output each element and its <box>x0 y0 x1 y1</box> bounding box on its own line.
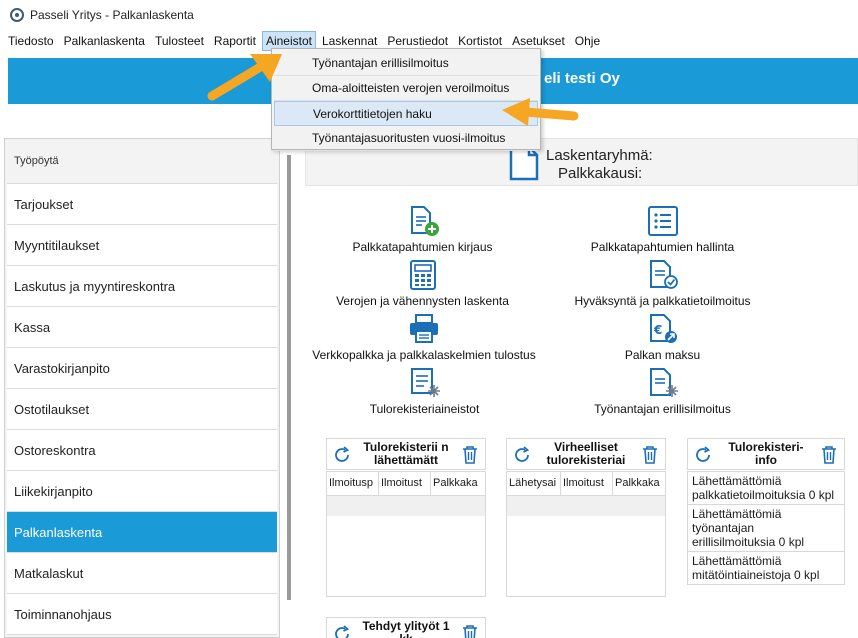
action-hyvaksynta[interactable]: Hyväksyntä ja palkkatietoilmoitus <box>565 259 760 308</box>
pane-splitter[interactable] <box>287 155 291 600</box>
menu-palkanlaskenta[interactable]: Palkanlaskenta <box>60 31 149 51</box>
sidebar-item-palkanlaskenta[interactable]: Palkanlaskenta <box>7 512 277 553</box>
action-palkan-maksu[interactable]: € Palkan maksu <box>605 313 720 362</box>
sidebar: Työpöytä Tarjoukset Myyntitilaukset Lask… <box>4 138 280 638</box>
list-item: Lähettämättömiä työnantajan erillisilmoi… <box>688 505 844 552</box>
menu-ohje[interactable]: Ohje <box>571 31 604 51</box>
trash-icon[interactable] <box>641 445 659 465</box>
table-empty-row <box>507 496 665 516</box>
action-tyonantajan-erillisilmoitus[interactable]: Työnantajan erillisilmoitus <box>580 367 745 416</box>
column-header[interactable]: Ilmoitust <box>379 472 431 495</box>
sidebar-item-tarjoukset[interactable]: Tarjoukset <box>7 184 277 225</box>
action-label: Tulorekisteriaineistot <box>369 402 480 416</box>
palkkakausi-label: Palkkakausi: <box>558 165 643 182</box>
data-table: Ilmoitusp Ilmoitust Palkkaka <box>326 471 486 597</box>
calculator-icon <box>409 260 436 290</box>
table-header: Ilmoitusp Ilmoitust Palkkaka <box>327 472 485 496</box>
list-item: Lähettämättömiä palkkatietoilmoituksia 0… <box>688 472 844 505</box>
table-body <box>327 516 485 596</box>
trash-icon[interactable] <box>461 445 479 465</box>
action-label: Verojen ja vähennysten laskenta <box>336 294 509 308</box>
menu-tiedosto[interactable]: Tiedosto <box>4 31 58 51</box>
refresh-icon[interactable] <box>512 445 532 465</box>
action-label: Palkkatapahtumien hallinta <box>590 240 735 254</box>
app-logo-icon <box>10 8 24 22</box>
printer-icon <box>410 314 438 343</box>
svg-text:€: € <box>653 323 662 337</box>
panel-tulorekisteri-lahettamattomat: Tulorekisterii n lähettämätt Ilmoitusp I… <box>326 438 486 598</box>
column-header[interactable]: Ilmoitusp <box>327 472 379 495</box>
refresh-icon[interactable] <box>332 624 352 638</box>
trash-icon[interactable] <box>820 445 838 465</box>
sidebar-item-tyopoyta[interactable]: Työpöytä <box>7 139 277 184</box>
sidebar-item-ostoreskontra[interactable]: Ostoreskontra <box>7 430 277 471</box>
trash-icon[interactable] <box>461 624 479 638</box>
action-label: Verkkopalkka ja palkkalaskelmien tulostu… <box>312 348 536 362</box>
panel-title: Tulorekisterii n lähettämätt <box>363 440 449 467</box>
panel-virheelliset-tulorekisteriaineistot: Virheelliset tulorekisteriai Lähetysai I… <box>506 438 666 598</box>
list-item: Lähettämättömiä mitätöintiaineistoja 0 k… <box>692 554 820 582</box>
action-palkkatapahtumien-hallinta[interactable]: Palkkatapahtumien hallinta <box>585 205 740 254</box>
data-table: Lähetysai Ilmoitust Palkkaka <box>506 471 666 597</box>
document-add-icon <box>410 206 439 236</box>
panel-header: Tulorekisteri-info <box>687 438 845 470</box>
list-icon <box>647 206 678 236</box>
refresh-icon[interactable] <box>693 445 713 465</box>
column-header[interactable]: Palkkaka <box>613 472 665 495</box>
panel-tulorekisteri-info: Tulorekisteri-info Lähettämättömiä palkk… <box>687 438 845 590</box>
euro-payment-icon: € <box>649 314 677 343</box>
list-star-icon <box>410 368 440 397</box>
panel-title: Tulorekisteri-info <box>728 440 804 467</box>
document-check-icon <box>649 260 678 289</box>
sidebar-item-kassa[interactable]: Kassa <box>7 307 277 348</box>
panel-title: Virheelliset tulorekisteriai <box>546 440 626 467</box>
action-verojen-laskenta[interactable]: Verojen ja vähennysten laskenta <box>330 259 515 308</box>
panel-header: Tehdyt ylityöt 1 kk <box>326 617 486 638</box>
info-list: Lähettämättömiä palkkatietoilmoituksia 0… <box>687 471 845 585</box>
action-label: Palkan maksu <box>624 348 701 362</box>
window-title: Passeli Yritys - Palkanlaskenta <box>30 8 194 22</box>
panel-title: Tehdyt ylityöt 1 kk <box>362 619 450 638</box>
laskentaryhma-label: Laskentaryhmä: <box>546 147 653 164</box>
document-star-icon <box>649 368 678 397</box>
sidebar-item-toiminnanohjaus[interactable]: Toiminnanohjaus <box>7 594 277 635</box>
panel-header: Tulorekisterii n lähettämätt <box>326 438 486 470</box>
sidebar-item-matkalaskut[interactable]: Matkalaskut <box>7 553 277 594</box>
title-bar: Passeli Yritys - Palkanlaskenta <box>0 0 858 30</box>
action-label: Hyväksyntä ja palkkatietoilmoitus <box>574 294 751 308</box>
panel-tehdyt-ylityot: Tehdyt ylityöt 1 kk <box>326 617 486 638</box>
annotation-arrow-item <box>502 98 579 126</box>
column-header[interactable]: Ilmoitust <box>561 472 613 495</box>
annotation-arrow-menu <box>207 54 282 101</box>
action-label: Työnantajan erillisilmoitus <box>594 402 731 416</box>
refresh-icon[interactable] <box>332 445 352 465</box>
action-verkkopalkka-tulostus[interactable]: Verkkopalkka ja palkkalaskelmien tulostu… <box>304 313 544 362</box>
table-empty-row <box>327 496 485 516</box>
panel-header: Virheelliset tulorekisteriai <box>506 438 666 470</box>
table-header: Lähetysai Ilmoitust Palkkaka <box>507 472 665 496</box>
sidebar-item-varastokirjanpito[interactable]: Varastokirjanpito <box>7 348 277 389</box>
column-header[interactable]: Lähetysai <box>507 472 561 495</box>
company-name: eli testi Oy <box>544 70 620 87</box>
sidebar-item-liikekirjanpito[interactable]: Liikekirjanpito <box>7 471 277 512</box>
sidebar-item-ostotilaukset[interactable]: Ostotilaukset <box>7 389 277 430</box>
table-body <box>507 516 665 596</box>
action-palkkatapahtumien-kirjaus[interactable]: Palkkatapahtumien kirjaus <box>345 205 500 254</box>
action-tulorekisteriaineistot[interactable]: Tulorekisteriaineistot <box>352 367 497 416</box>
action-label: Palkkatapahtumien kirjaus <box>352 240 493 254</box>
sidebar-item-laskutus[interactable]: Laskutus ja myyntireskontra <box>7 266 277 307</box>
sidebar-item-myyntitilaukset[interactable]: Myyntitilaukset <box>7 225 277 266</box>
column-header[interactable]: Palkkaka <box>431 472 485 495</box>
dropdown-item-erillisilmoitus[interactable]: Työnantajan erillisilmoitus <box>274 51 538 76</box>
